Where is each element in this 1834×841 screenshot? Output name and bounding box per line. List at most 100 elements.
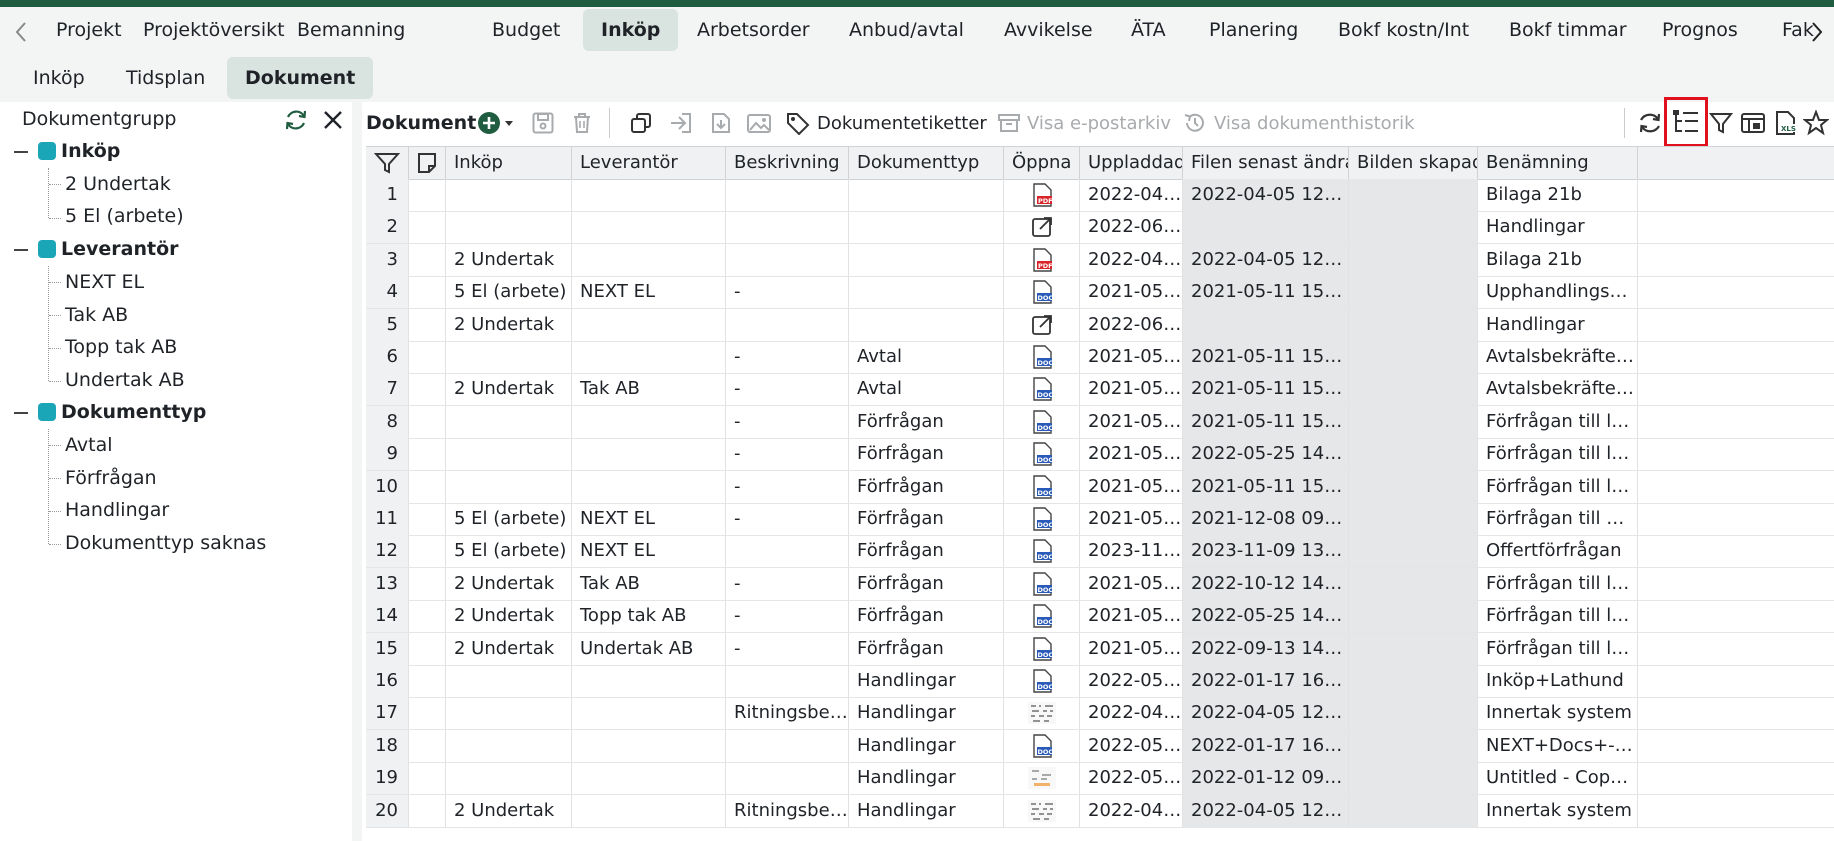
table-row[interactable]: 5 2 Undertak 2022-06-... Handlingar [366,308,1834,342]
download-icon[interactable] [710,108,732,138]
table-row[interactable]: 15 2 Undertak Undertak AB - Förfrågan DOC 2021… [366,632,1834,666]
document-tags-button[interactable]: Dokumentetiketter [785,108,987,138]
table-row[interactable]: 6 -Avtal DOC 2021-05-...2021-05-11 15:58...… [366,341,1834,374]
tab-bokf-kostn[interactable]: Bokf kostn/Int [1332,9,1475,51]
note-cell[interactable] [409,179,446,211]
note-cell[interactable] [409,632,446,665]
table-row[interactable]: 10 - Förfrågan DOC 2021-05-... 2021-05-11 15:… [366,470,1834,504]
external-link-icon[interactable] [1004,308,1080,341]
note-cell[interactable] [409,665,446,697]
save-icon[interactable] [531,108,555,138]
doc-file-icon[interactable]: DOC [1004,438,1080,471]
note-cell[interactable] [409,535,446,568]
note-column-icon[interactable] [409,147,446,179]
table-row[interactable]: 20 2 Undertak Ritningsbesk...Handlingar 202… [366,794,1834,828]
note-cell[interactable] [409,697,446,730]
move-icon[interactable] [668,108,694,138]
note-cell[interactable] [409,503,446,535]
doc-file-icon[interactable]: DOC [1004,373,1080,406]
table-row[interactable]: 2 2022-06-... Handlingar [366,211,1834,245]
tree-group-inkop[interactable]: Inköp [38,136,120,166]
tree-view-toggle-icon[interactable] [1664,97,1708,147]
doc-file-icon[interactable]: DOC [1004,567,1080,600]
collapse-icon[interactable] [14,249,28,251]
tab-budget[interactable]: Budget [486,9,566,51]
column-header[interactable]: Filen senast ändrad [1183,147,1349,179]
doc-file-icon[interactable]: DOC [1004,341,1080,373]
doc-file-icon[interactable]: DOC [1004,600,1080,633]
pdf-file-icon[interactable]: PDF [1004,243,1080,276]
tree-item[interactable]: Handlingar [65,495,169,525]
note-cell[interactable] [409,438,446,471]
table-row[interactable]: 11 5 El (arbete) NEXT EL - Förfrågan DOC 2021-… [366,503,1834,536]
doc-file-icon[interactable]: DOC [1004,535,1080,568]
delete-icon[interactable] [570,108,594,138]
table-row[interactable]: 1 PDF 2022-04-...2022-04-05 12:50... Bilaga… [366,179,1834,212]
favorite-star-icon[interactable] [1803,108,1829,138]
tree-item[interactable]: Undertak AB [65,365,185,395]
note-cell[interactable] [409,373,446,406]
column-header[interactable]: Benämning [1478,147,1638,179]
tab-projekt[interactable]: Projekt [50,9,128,51]
tree-item[interactable]: 2 Undertak [65,169,171,199]
tree-item[interactable]: Avtal [65,430,113,460]
table-row[interactable]: 17 Ritningsbesk...Handlingar 2022-04-...20… [366,697,1834,731]
subtab-tidsplan[interactable]: Tidsplan [112,57,219,99]
note-cell[interactable] [409,729,446,762]
tree-item[interactable]: 5 El (arbete) [65,201,184,231]
doc-file-icon[interactable]: DOC [1004,405,1080,438]
filter-icon[interactable] [1709,108,1733,138]
tab-ata[interactable]: ÄTA [1125,9,1172,51]
copy-icon[interactable] [629,108,653,138]
tab-anbud-avtal[interactable]: Anbud/avtal [843,9,970,51]
image-thumbnail-icon[interactable] [1004,762,1080,795]
image-thumbnail-icon[interactable] [1004,697,1080,730]
tab-prognos[interactable]: Prognos [1656,9,1744,51]
table-row[interactable]: 3 2 Undertak PDF 2022-04-... 2022-04-05 12:5… [366,243,1834,277]
panel-splitter[interactable] [352,102,362,841]
table-row[interactable]: 19 Handlingar 2022-05-...2022-01-12 09:08.… [366,762,1834,796]
table-row[interactable]: 8 - Förfrågan DOC 2021-05-... 2021-05-11 15:5… [366,405,1834,439]
note-cell[interactable] [409,470,446,503]
doc-file-icon[interactable]: DOC [1004,503,1080,535]
column-header[interactable]: Öppna [1004,147,1080,179]
tree-item[interactable]: Tak AB [65,300,128,330]
table-row[interactable]: 4 5 El (arbete) NEXT EL - DOC 2021-05-... 2021… [366,276,1834,310]
table-row[interactable]: 9 - Förfrågan DOC 2021-05-... 2022-05-25 14:2… [366,438,1834,472]
show-email-archive-button[interactable]: Visa e-postarkiv [997,108,1171,138]
collapse-icon[interactable] [14,412,28,414]
tree-item[interactable]: Topp tak AB [65,332,177,362]
doc-file-icon[interactable]: DOC [1004,729,1080,762]
pdf-file-icon[interactable]: PDF [1004,179,1080,211]
note-cell[interactable] [409,276,446,309]
column-header[interactable]: Dokumenttyp [849,147,1004,179]
column-header[interactable]: Uppladdad [1080,147,1183,179]
show-document-history-button[interactable]: Visa dokumenthistorik [1182,108,1415,138]
column-filter-icon[interactable] [366,147,409,179]
table-row[interactable]: 18 Handlingar DOC 2022-05-... 2022-01-17 16:… [366,729,1834,763]
tree-group-leverantor[interactable]: Leverantör [38,234,179,264]
doc-file-icon[interactable]: DOC [1004,665,1080,697]
tab-projektoversikt[interactable]: Projektöversikt [137,9,291,51]
tab-planering[interactable]: Planering [1203,9,1304,51]
doc-file-icon[interactable]: DOC [1004,470,1080,503]
note-cell[interactable] [409,567,446,600]
tree-item[interactable]: NEXT EL [65,267,144,297]
tab-avvikelse[interactable]: Avvikelse [998,9,1099,51]
table-row[interactable]: 7 2 Undertak Tak AB - Avtal DOC 2021-05-... 202… [366,373,1834,407]
collapse-icon[interactable] [14,151,28,153]
image-thumbnail-icon[interactable] [1004,794,1080,827]
note-cell[interactable] [409,341,446,373]
column-header[interactable]: Beskrivning [726,147,849,179]
scroll-left-icon[interactable] [8,7,34,57]
doc-file-icon[interactable]: DOC [1004,632,1080,665]
column-header[interactable]: Bilden skapad [1349,147,1478,179]
export-excel-icon[interactable]: XLS [1774,108,1798,138]
note-cell[interactable] [409,405,446,438]
tree-group-dokumenttyp[interactable]: Dokumenttyp [38,397,206,427]
tab-arbetsorder[interactable]: Arbetsorder [691,9,816,51]
subtab-inkop[interactable]: Inköp [19,57,99,99]
tab-inkop[interactable]: Inköp [583,9,679,51]
tab-bokf-timmar[interactable]: Bokf timmar [1503,9,1633,51]
table-row[interactable]: 13 2 Undertak Tak AB - Förfrågan DOC 2021-05-.… [366,567,1834,601]
